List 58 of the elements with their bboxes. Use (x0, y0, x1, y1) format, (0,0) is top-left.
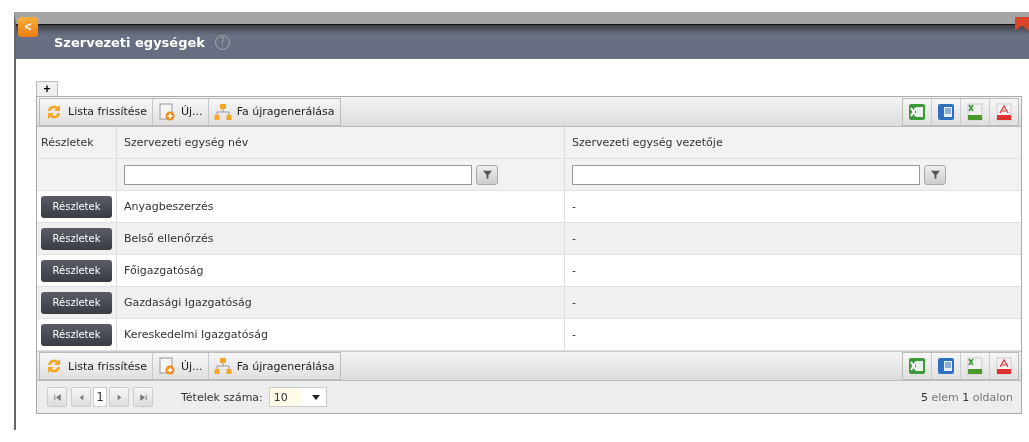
document-icon (936, 101, 956, 122)
column-header: Szervezeti egység név (117, 127, 565, 158)
pdf-file-icon (994, 101, 1014, 122)
table-cell-text: - (571, 263, 577, 279)
table-cell-text: - (571, 295, 577, 311)
table-cell-text: - (571, 199, 577, 215)
table-cell-text: - (571, 231, 577, 247)
funnel-icon (929, 169, 941, 180)
toolbar-button[interactable]: Lista frissítése (40, 353, 153, 379)
caret-icon (311, 394, 320, 400)
first-page-button[interactable] (47, 387, 67, 407)
filter-button[interactable] (924, 164, 946, 185)
spreadsheet-icon (907, 101, 927, 122)
toolbar-button[interactable]: Új... (153, 353, 209, 379)
toolbar-button[interactable]: Fa újragenerálása (208, 353, 340, 379)
toolbar-button[interactable]: Fa újragenerálása (208, 98, 340, 125)
next-page-button[interactable] (109, 387, 129, 407)
details-button[interactable]: Részletek (41, 323, 112, 346)
filter-field[interactable] (572, 164, 920, 185)
column-header: Részletek (37, 127, 117, 158)
table-cell: Anyagbeszerzés (117, 191, 565, 222)
details-button[interactable]: Részletek (41, 195, 112, 218)
table-cell: Gazdasági Igazgatóság (117, 287, 565, 318)
column-header: Szervezeti egység vezetője (571, 135, 724, 151)
spreadsheet-icon (907, 356, 927, 376)
details-button[interactable]: Részletek (41, 227, 112, 250)
filter-button[interactable] (476, 164, 498, 185)
table-cell: Belső ellenőrzés (117, 223, 565, 254)
new-document-icon (158, 357, 176, 375)
last-page-button[interactable] (133, 387, 153, 407)
table-cell-text: - (571, 327, 577, 343)
add-tab[interactable]: + (36, 81, 58, 96)
window-title: Szervezeti egységek (54, 34, 205, 50)
refresh-icon (45, 102, 63, 121)
funnel-icon (481, 169, 493, 180)
filter-field[interactable] (124, 164, 472, 185)
toolbar-button[interactable]: Új... (153, 98, 209, 125)
hierarchy-icon (213, 357, 232, 375)
details-button[interactable]: Részletek (41, 259, 112, 282)
refresh-icon (45, 357, 63, 375)
toolbar-button[interactable]: Lista frissítése (40, 98, 153, 125)
document-icon (936, 356, 956, 376)
csv-file-icon (965, 356, 985, 376)
pdf-file-icon (994, 356, 1014, 376)
last-page-icon (138, 392, 148, 402)
pager-summary: 5 elem 1 oldalon (920, 390, 1013, 404)
details-button[interactable]: Részletek (41, 291, 112, 314)
csv-file-icon (965, 101, 985, 122)
page-number-field[interactable]: 1 (93, 387, 107, 407)
hierarchy-icon (213, 102, 232, 121)
new-document-icon (158, 102, 176, 121)
table-cell: Főigazgatóság (117, 255, 565, 286)
previous-page-button[interactable] (71, 387, 91, 407)
page-size-dropdown[interactable]: 10 (268, 387, 327, 407)
page-size-label: Tételek száma: (181, 390, 263, 404)
table-cell: Kereskedelmi Igazgatóság (117, 319, 565, 350)
first-page-icon (52, 392, 62, 402)
close-corner-icon[interactable] (1015, 17, 1029, 31)
